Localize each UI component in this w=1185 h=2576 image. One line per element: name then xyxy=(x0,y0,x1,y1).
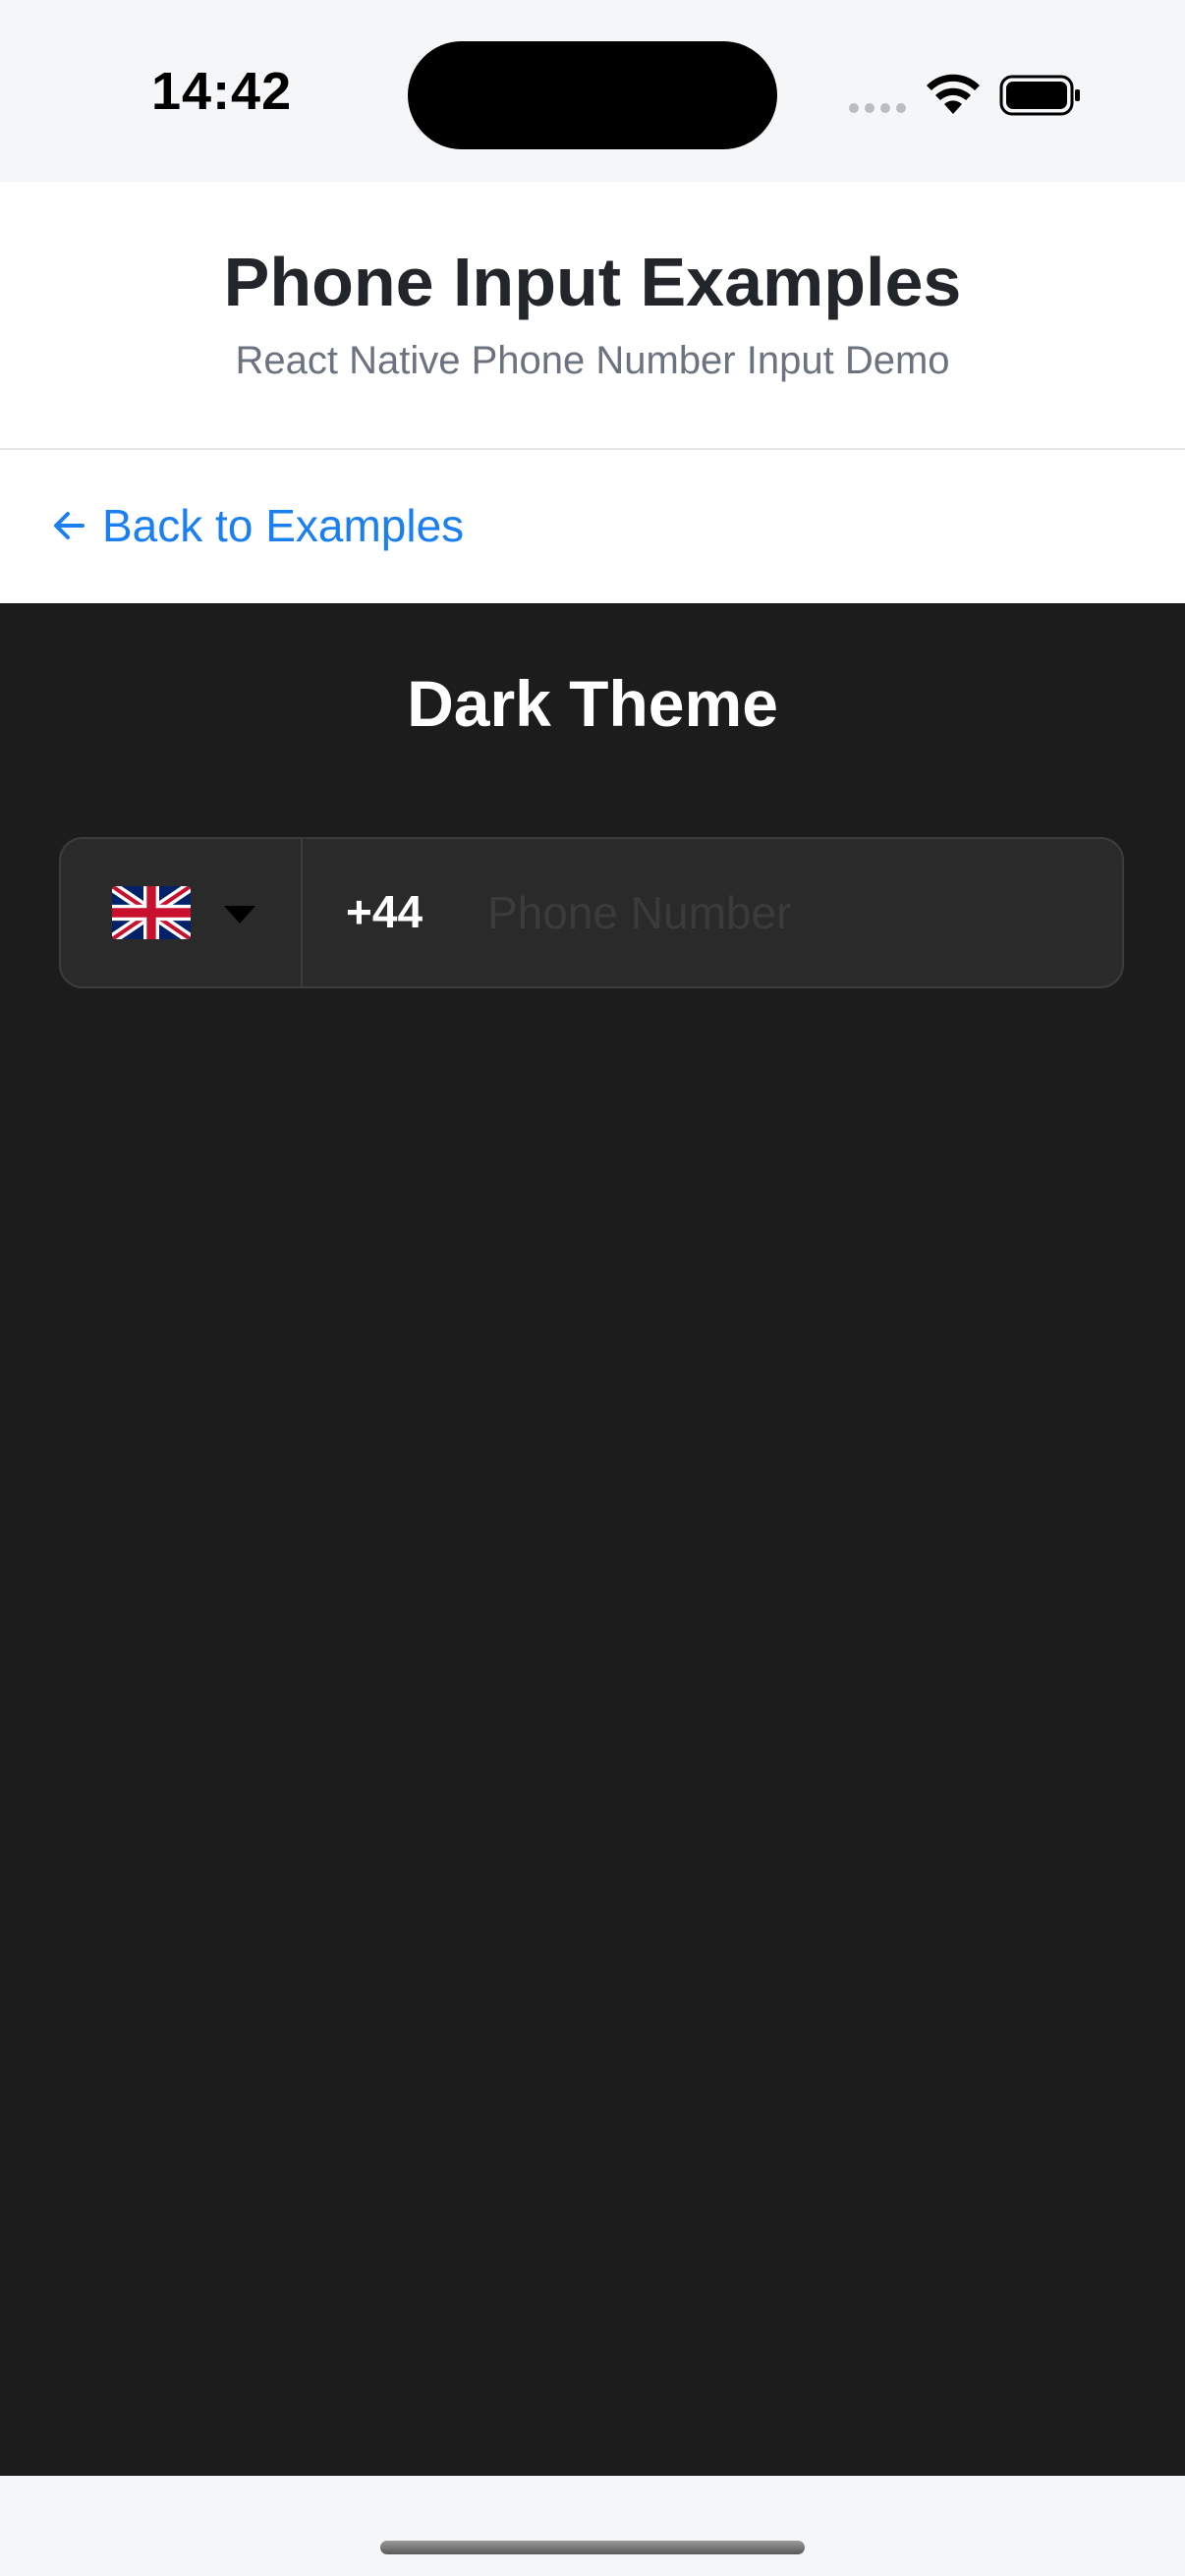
calling-code: +44 xyxy=(346,886,423,937)
status-time: 14:42 xyxy=(151,62,293,121)
wifi-icon xyxy=(927,74,980,114)
home-bar xyxy=(0,2476,1185,2576)
app-header: Phone Input Examples React Native Phone … xyxy=(0,182,1185,450)
dark-theme-section: Dark Theme +44 xyxy=(0,603,1185,2476)
status-bar: 14:42 xyxy=(0,0,1185,182)
chevron-down-icon xyxy=(224,906,255,924)
home-indicator[interactable] xyxy=(380,2541,805,2554)
country-picker-button[interactable] xyxy=(61,839,303,986)
battery-icon xyxy=(999,75,1080,116)
page-subtitle: React Native Phone Number Input Demo xyxy=(235,339,950,382)
phone-number-input: +44 xyxy=(59,837,1124,988)
page-title: Phone Input Examples xyxy=(223,244,962,320)
back-link-label: Back to Examples xyxy=(102,500,465,551)
phone-number-field[interactable] xyxy=(468,870,1097,955)
back-bar: Back to Examples xyxy=(0,450,1185,603)
arrow-left-icon xyxy=(54,512,85,539)
uk-flag-icon xyxy=(112,886,191,939)
cellular-signal-icon xyxy=(849,103,906,115)
dynamic-island xyxy=(408,41,777,149)
section-title: Dark Theme xyxy=(407,667,778,740)
back-to-examples-link[interactable]: Back to Examples xyxy=(51,499,464,552)
